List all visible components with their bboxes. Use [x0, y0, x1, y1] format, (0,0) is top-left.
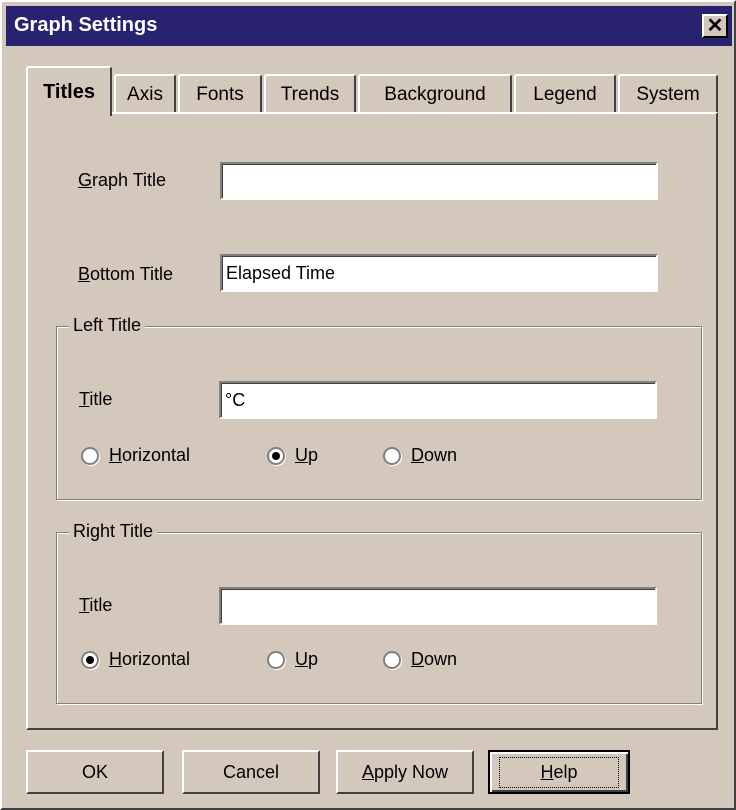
tab-label: Titles	[43, 80, 95, 103]
left-title-input[interactable]	[219, 381, 657, 419]
left-title-title-label: Title	[79, 389, 112, 410]
help-rest: elp	[553, 761, 578, 782]
left-down-radio[interactable]: Down	[383, 445, 457, 466]
left-up-label: p	[308, 445, 319, 465]
graph-title-label: Graph Title	[78, 170, 166, 191]
left-title-group-label: Left Title	[69, 315, 146, 336]
left-title-mnemonic: T	[79, 389, 90, 409]
left-horizontal-label: orizontal	[122, 445, 191, 465]
bottom-title-mnemonic: B	[78, 264, 91, 284]
cancel-button[interactable]: Cancel	[182, 750, 320, 794]
left-down-mnemonic: D	[411, 445, 424, 465]
right-up-radio[interactable]: Up	[267, 649, 318, 670]
radio-circle-icon	[267, 650, 285, 669]
titles-tab-panel: Graph Title Bottom Title Left Title Titl…	[26, 112, 718, 730]
right-up-mnemonic: U	[295, 649, 308, 669]
tab-system[interactable]: System	[618, 74, 718, 114]
tab-label: System	[636, 84, 700, 105]
apply-mnemonic: A	[361, 761, 374, 782]
help-mnemonic: H	[540, 761, 554, 782]
tab-legend[interactable]: Legend	[514, 74, 616, 114]
ok-button-label: OK	[81, 761, 108, 782]
cancel-button-label: Cancel	[222, 761, 280, 782]
tab-label: Trends	[280, 84, 340, 105]
bottom-title-label: Bottom Title	[78, 264, 173, 285]
close-button[interactable]: ✕	[702, 14, 728, 38]
radio-checked-icon	[267, 446, 285, 465]
ok-button[interactable]: OK	[26, 750, 164, 794]
tab-label: Fonts	[196, 84, 244, 105]
window-title: Graph Settings	[14, 14, 158, 36]
left-up-radio[interactable]: Up	[267, 445, 318, 466]
right-horizontal-radio[interactable]: Horizontal	[81, 649, 190, 670]
left-down-label: own	[424, 445, 458, 465]
right-title-mnemonic: T	[79, 595, 90, 615]
left-horizontal-radio[interactable]: Horizontal	[81, 445, 190, 466]
radio-checked-icon	[81, 650, 99, 669]
right-title-label-text: itle	[89, 595, 113, 615]
tab-label: Background	[384, 84, 486, 105]
right-title-input[interactable]	[219, 587, 657, 625]
bottom-title-input[interactable]	[220, 254, 658, 292]
graph-settings-dialog: Graph Settings ✕ Titles Axis Fonts Trend…	[0, 0, 736, 810]
tab-axis[interactable]: Axis	[114, 74, 176, 114]
radio-circle-icon	[383, 650, 401, 669]
help-focus-rect: Help	[499, 756, 619, 788]
right-down-label: own	[424, 649, 458, 669]
tab-fonts[interactable]: Fonts	[178, 74, 262, 114]
right-title-group: Right Title Title Horizontal Up Down	[56, 521, 702, 704]
left-horizontal-mnemonic: H	[109, 445, 122, 465]
radio-circle-icon	[81, 446, 99, 465]
left-title-label-text: itle	[89, 389, 113, 409]
right-title-title-label: Title	[79, 595, 112, 616]
left-title-group: Left Title Title Horizontal Up Down	[56, 315, 702, 500]
tab-label: Legend	[533, 84, 597, 105]
graph-title-label-text: raph Title	[92, 170, 167, 190]
tab-label: Axis	[127, 84, 163, 105]
radio-circle-icon	[383, 446, 401, 465]
title-bar[interactable]: Graph Settings ✕	[6, 6, 732, 46]
graph-title-mnemonic: G	[78, 170, 93, 190]
bottom-title-label-text: ottom Title	[90, 264, 174, 284]
apply-now-button[interactable]: Apply Now	[336, 750, 474, 794]
right-up-label: p	[308, 649, 319, 669]
right-horizontal-label: orizontal	[122, 649, 191, 669]
right-down-mnemonic: D	[411, 649, 424, 669]
right-horizontal-mnemonic: H	[109, 649, 122, 669]
apply-now-label: Apply Now	[362, 762, 448, 783]
tab-background[interactable]: Background	[358, 74, 512, 114]
tab-trends[interactable]: Trends	[264, 74, 356, 114]
close-icon: ✕	[706, 15, 724, 37]
right-title-group-label: Right Title	[69, 521, 158, 542]
help-button[interactable]: Help	[488, 750, 630, 794]
apply-rest: pply Now	[373, 761, 449, 782]
left-up-mnemonic: U	[295, 445, 308, 465]
tab-titles[interactable]: Titles	[26, 66, 112, 116]
right-down-radio[interactable]: Down	[383, 649, 457, 670]
graph-title-input[interactable]	[220, 162, 658, 200]
